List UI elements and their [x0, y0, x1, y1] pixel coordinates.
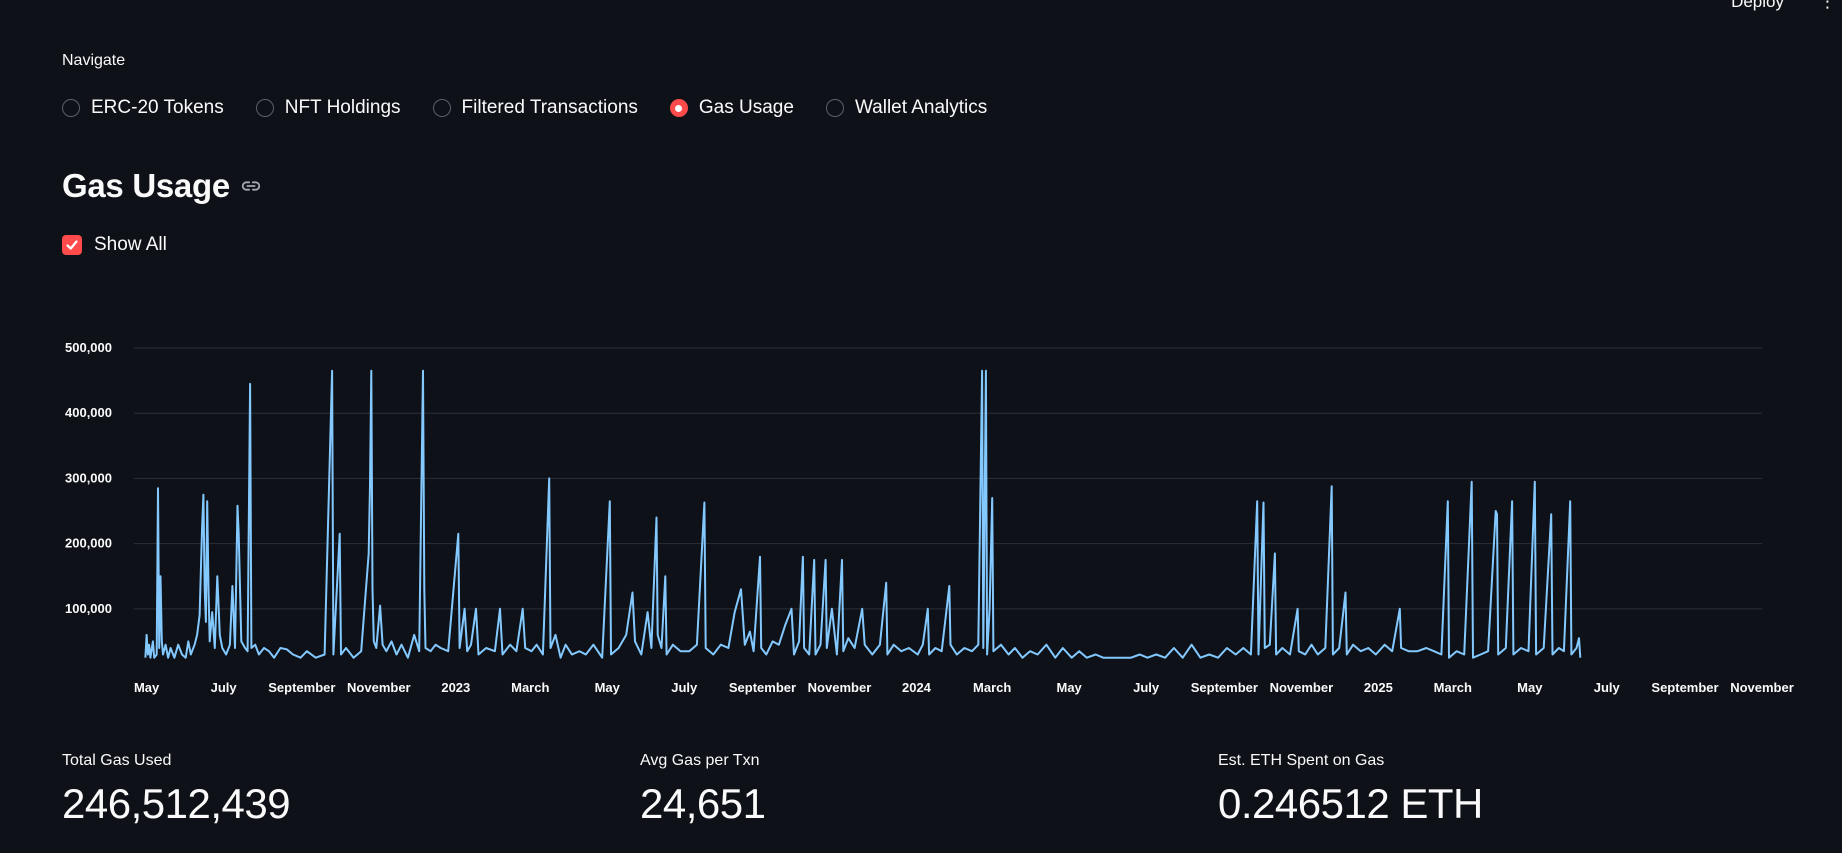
- metric-value: 246,512,439: [62, 780, 291, 827]
- x-tick-label: 2025: [1364, 680, 1393, 695]
- radio-circle-icon[interactable]: [255, 99, 274, 117]
- radio-label: ERC-20 Tokens: [91, 97, 224, 118]
- y-tick-label: 500,000: [65, 340, 112, 355]
- x-tick-label: July: [671, 680, 698, 695]
- radio-circle-icon[interactable]: [62, 99, 80, 117]
- link-icon[interactable]: [240, 175, 262, 197]
- radio-selected-icon[interactable]: [669, 99, 688, 117]
- metric-label: Avg Gas per Txn: [640, 752, 760, 769]
- page-title: Gas Usage: [62, 167, 230, 204]
- radio-label: Filtered Transactions: [461, 97, 638, 118]
- show-all-checkbox[interactable]: Show All: [62, 234, 167, 256]
- radio-gas-usage[interactable]: Gas Usage: [669, 97, 794, 119]
- x-tick-label: 2024: [902, 680, 932, 695]
- x-tick-label: March: [973, 680, 1011, 695]
- radio-label: Gas Usage: [698, 97, 794, 118]
- radio-circle-icon[interactable]: [825, 99, 844, 117]
- metric-total-gas: Total Gas Used 246,512,439: [62, 752, 291, 828]
- x-tick-label: September: [1191, 680, 1258, 695]
- x-tick-label: July: [1594, 680, 1621, 695]
- x-tick-label: November: [1730, 680, 1794, 695]
- show-all-label: Show All: [94, 234, 167, 255]
- page-header: Gas Usage: [62, 167, 262, 205]
- y-tick-label: 100,000: [65, 601, 112, 616]
- radio-erc20-tokens[interactable]: ERC-20 Tokens: [62, 97, 224, 119]
- gas-used-series-line: [144, 369, 1582, 659]
- radio-filtered-transactions[interactable]: Filtered Transactions: [432, 97, 638, 119]
- x-tick-label: September: [1651, 680, 1718, 695]
- deploy-button[interactable]: Deploy: [1731, 0, 1784, 12]
- metric-label: Total Gas Used: [62, 752, 172, 769]
- y-tick-label: 400,000: [65, 405, 112, 420]
- metric-value: 24,651: [640, 780, 766, 827]
- x-tick-label: May: [595, 680, 621, 695]
- x-tick-label: May: [134, 680, 160, 695]
- x-tick-label: March: [511, 680, 549, 695]
- metric-value: 0.246512 ETH: [1218, 780, 1483, 827]
- x-tick-label: September: [729, 680, 796, 695]
- x-tick-label: November: [808, 680, 872, 695]
- y-tick-label: 200,000: [65, 536, 112, 551]
- metric-label: Est. ETH Spent on Gas: [1218, 752, 1385, 769]
- radio-circle-icon[interactable]: [432, 99, 451, 117]
- navigate-radio-group: ERC-20 Tokens NFT Holdings Filtered Tran…: [62, 97, 1019, 119]
- x-tick-label: September: [268, 680, 335, 695]
- x-tick-label: March: [1434, 680, 1472, 695]
- x-tick-label: July: [1133, 680, 1160, 695]
- radio-label: Wallet Analytics: [854, 97, 988, 118]
- radio-nft-holdings[interactable]: NFT Holdings: [255, 97, 401, 119]
- x-tick-label: May: [1517, 680, 1543, 695]
- main-menu-icon[interactable]: ⋮: [1819, 0, 1836, 12]
- gas-usage-line-chart[interactable]: 100,000 200,000 300,000 400,000 500,000 May Ju…: [0, 330, 1842, 700]
- radio-label: NFT Holdings: [284, 97, 401, 118]
- metric-eth-spent: Est. ETH Spent on Gas 0.246512 ETH: [1218, 752, 1483, 828]
- x-tick-label: July: [211, 680, 238, 695]
- metric-avg-gas: Avg Gas per Txn 24,651: [640, 752, 766, 828]
- x-tick-label: May: [1057, 680, 1083, 695]
- x-tick-label: 2023: [441, 680, 470, 695]
- y-tick-label: 300,000: [65, 470, 112, 485]
- x-tick-label: November: [1270, 680, 1334, 695]
- radio-wallet-analytics[interactable]: Wallet Analytics: [825, 97, 988, 119]
- x-tick-label: November: [347, 680, 411, 695]
- navigate-label: Navigate: [62, 52, 126, 69]
- checkmark-icon[interactable]: [62, 235, 82, 255]
